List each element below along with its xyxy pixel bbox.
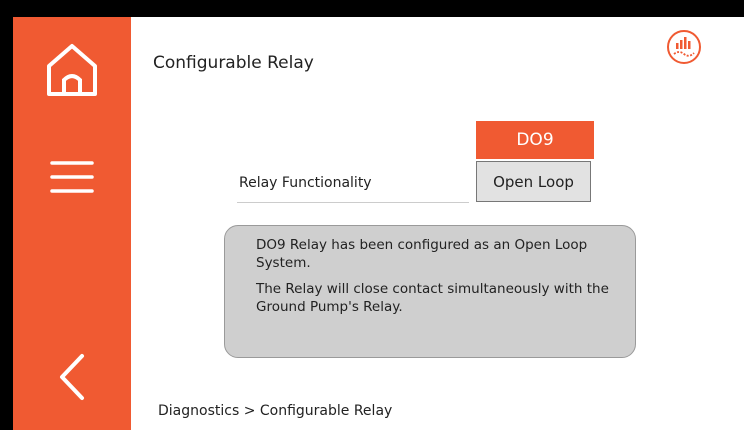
relay-divider [237,202,469,203]
menu-button[interactable] [13,147,131,207]
page-title: Configurable Relay [153,53,314,73]
relay-functionality-label: Relay Functionality [239,175,372,191]
menu-icon [50,161,94,193]
breadcrumb: Diagnostics > Configurable Relay [158,403,393,419]
info-message-box: DO9 Relay has been configured as an Open… [224,225,636,358]
back-icon [60,354,84,400]
sidebar [13,17,131,430]
home-icon [47,44,97,96]
brand-logo-button[interactable] [667,30,701,64]
back-button[interactable] [13,342,131,412]
relay-mode-button[interactable]: Open Loop [476,161,591,202]
output-tag: DO9 [476,121,594,159]
home-button[interactable] [13,35,131,105]
chart-logo-icon [673,37,695,57]
screen-frame: Configurable Relay Relay Functionality D… [13,17,744,430]
info-line-2: The Relay will close contact simultaneou… [256,281,609,315]
info-line-1: DO9 Relay has been configured as an Open… [256,237,588,271]
